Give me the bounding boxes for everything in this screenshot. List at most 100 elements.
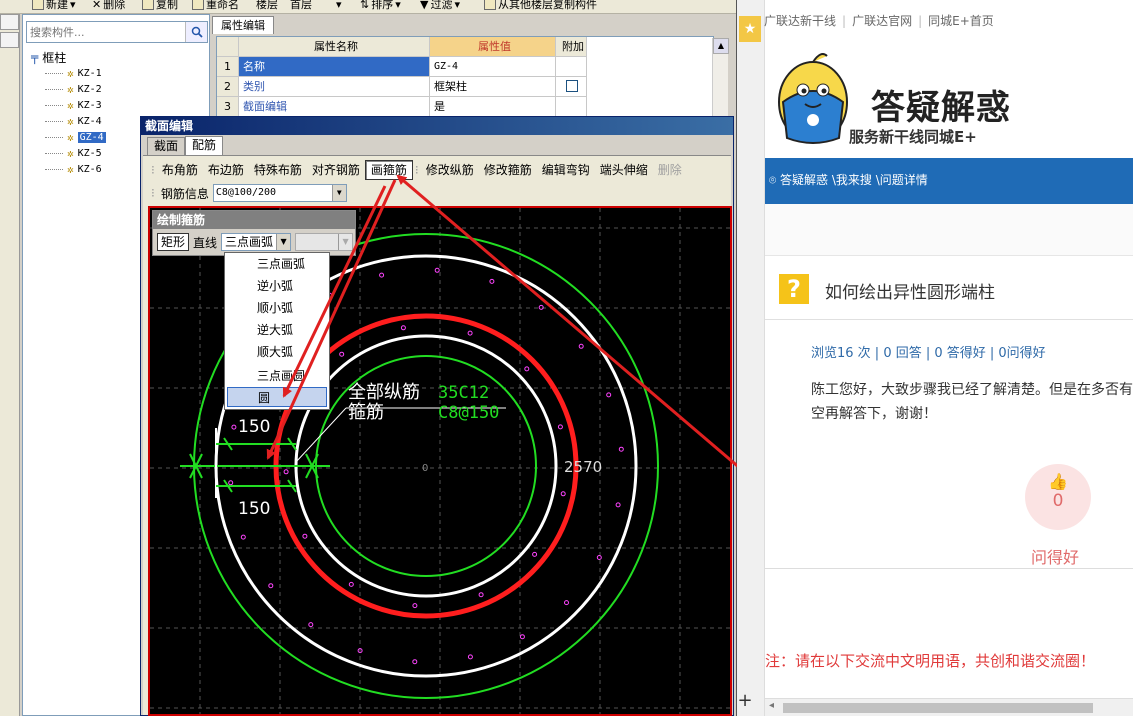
end-stretch-button[interactable]: 端头伸缩 bbox=[595, 161, 653, 179]
rebar-point bbox=[519, 634, 525, 640]
delete-bar-button[interactable]: 删除 bbox=[653, 161, 687, 179]
web-page: ★ + 广联达新干线 | 广联达官网 | 同城E+首页 答疑解惑 服务新干线同城E+ ⌾… bbox=[737, 0, 1133, 716]
filter-button[interactable]: ▼ 过滤 ▾ bbox=[420, 0, 460, 12]
edit-stirrup-button[interactable]: 修改箍筋 bbox=[479, 161, 537, 179]
sort-button[interactable]: ⇅ 排序 ▾ bbox=[360, 0, 401, 12]
corner-bar-button[interactable]: 布角筋 bbox=[157, 161, 203, 179]
arc-mode-select[interactable]: 三点画弧 ▼ bbox=[221, 233, 292, 251]
component-icon: ✲ bbox=[67, 130, 74, 144]
tree-root[interactable]: ⊟ ╤ 框柱 bbox=[31, 49, 106, 65]
special-bar-button[interactable]: 特殊布筋 bbox=[249, 161, 307, 179]
favorite-star-icon[interactable]: ★ bbox=[739, 16, 761, 42]
col-extra-header: 附加 bbox=[556, 37, 587, 57]
chevron-down-icon[interactable]: ▼ bbox=[276, 234, 291, 250]
property-scrollbar[interactable]: ▲ bbox=[712, 38, 729, 124]
chevron-down-icon[interactable]: ▼ bbox=[331, 185, 346, 201]
menu-item-circle[interactable]: 圆 bbox=[227, 387, 327, 407]
dialog-title: 截面编辑 bbox=[141, 117, 733, 135]
sort-icon: ⇅ bbox=[360, 0, 370, 11]
search-input[interactable] bbox=[27, 22, 177, 42]
like-count: 0 bbox=[1052, 491, 1064, 511]
edge-bar-button[interactable]: 布边筋 bbox=[203, 161, 249, 179]
tab-section[interactable]: 截面 bbox=[147, 137, 186, 155]
breadcrumb: ⌾ 答疑解惑 \我来搜 \问题详情 bbox=[765, 158, 1133, 204]
rect-mode-button[interactable]: 矩形 bbox=[157, 233, 190, 251]
align-bar-button[interactable]: 对齐钢筋 bbox=[307, 161, 365, 179]
question-body: 陈工您好，大致步骤我已经了解清楚。但是在多否有空再解答下，谢谢！ bbox=[811, 382, 1133, 422]
rebar-info-select[interactable]: C8@100/200 ▼ bbox=[212, 184, 347, 202]
tree-item-kz-4[interactable]: ✲ KZ-4 bbox=[45, 113, 106, 129]
rename-button[interactable]: 重命名 bbox=[192, 0, 239, 12]
edit-long-bar-button[interactable]: 修改纵筋 bbox=[421, 161, 479, 179]
scroll-up-icon[interactable]: ▲ bbox=[713, 38, 729, 54]
delete-button[interactable]: ✕ 删除 bbox=[92, 0, 125, 12]
rebar-point bbox=[308, 622, 314, 628]
tab-property-edit[interactable]: 属性编辑 bbox=[212, 16, 274, 34]
draw-stirrup-button[interactable]: 画箍筋 bbox=[364, 160, 413, 180]
extra-checkbox[interactable] bbox=[566, 80, 578, 92]
rebar-point bbox=[615, 502, 621, 508]
arc-mode-dropdown: 三点画弧 逆小弧 顺小弧 逆大弧 顺大弧 三点画圆 圆 bbox=[224, 252, 330, 410]
tree-item-kz-2[interactable]: ✲ KZ-2 bbox=[45, 81, 106, 97]
site-logo[interactable]: 答疑解惑 服务新干线同城E+ bbox=[763, 40, 1133, 156]
rebar-point bbox=[596, 555, 602, 560]
rebar-point bbox=[557, 424, 563, 430]
link-official-site[interactable]: 广联达官网 bbox=[852, 14, 912, 28]
filter-icon: ▼ bbox=[420, 0, 429, 11]
dim-bottom-label: 150 bbox=[238, 499, 270, 519]
menu-item-cw-minor-arc[interactable]: 顺小弧 bbox=[227, 298, 327, 318]
secondary-select[interactable]: ▼ bbox=[295, 233, 354, 251]
tree-item-kz-5[interactable]: ✲ KZ-5 bbox=[45, 145, 106, 161]
line-mode-button[interactable]: 直线 bbox=[193, 234, 217, 251]
table-header: 属性名称 属性值 附加 bbox=[217, 37, 587, 57]
add-icon[interactable]: + bbox=[737, 690, 753, 711]
menu-item-ccw-minor-arc[interactable]: 逆小弧 bbox=[227, 276, 327, 296]
rebar-point bbox=[412, 659, 418, 665]
table-row[interactable]: 2 类别 框架柱 bbox=[217, 77, 587, 97]
copy-button[interactable]: 复制 bbox=[142, 0, 178, 12]
table-row[interactable]: 3 截面编辑 是 bbox=[217, 97, 587, 117]
rebar-point bbox=[560, 491, 566, 497]
component-icon: ✲ bbox=[67, 82, 74, 96]
tab-rebar[interactable]: 配筋 bbox=[185, 136, 224, 155]
new-button[interactable]: 新建 ▾ bbox=[32, 0, 76, 12]
tree-item-gz-4[interactable]: ✲ GZ-4 bbox=[45, 129, 106, 145]
menu-item-three-point-arc[interactable]: 三点画弧 bbox=[227, 254, 327, 274]
copy-icon bbox=[142, 0, 154, 10]
floor-select[interactable]: 首层 ▾ bbox=[290, 0, 342, 12]
tree-item-kz-6[interactable]: ✲ KZ-6 bbox=[45, 161, 106, 177]
tree-item-kz-1[interactable]: ✲ KZ-1 bbox=[45, 65, 106, 81]
tree-item-kz-3[interactable]: ✲ KZ-3 bbox=[45, 97, 106, 113]
search-button[interactable] bbox=[185, 22, 207, 42]
edit-hook-button[interactable]: 编辑弯钩 bbox=[537, 161, 595, 179]
rebar-point bbox=[606, 392, 612, 398]
strip-button-1[interactable] bbox=[0, 14, 19, 30]
dialog-tabs: 截面 配筋 bbox=[147, 136, 224, 156]
strip-button-2[interactable] bbox=[0, 32, 19, 48]
chevron-down-icon[interactable]: ▼ bbox=[338, 234, 353, 250]
like-button[interactable]: 👍 0 bbox=[1025, 464, 1091, 530]
rebar-point bbox=[268, 583, 274, 589]
component-tree: ⊟ ╤ 框柱 ✲KZ-1 ✲KZ-2 ✲KZ-3 ✲KZ-4 ✲GZ-4 ✲KZ… bbox=[31, 49, 106, 177]
rebar-point bbox=[302, 533, 308, 539]
scroll-thumb[interactable] bbox=[783, 703, 1093, 713]
link-tongcheng-home[interactable]: 同城E+首页 bbox=[928, 14, 994, 28]
link-xinganxian[interactable]: 广联达新干线 bbox=[764, 14, 836, 28]
browser-side-strip: ★ + bbox=[737, 0, 765, 716]
horizontal-scrollbar[interactable]: ◂ bbox=[765, 698, 1133, 716]
spacer-band bbox=[765, 204, 1133, 256]
rename-icon bbox=[192, 0, 204, 10]
rebar-point bbox=[578, 343, 584, 349]
copy-from-floor-button[interactable]: 从其他楼层复制构件 bbox=[484, 0, 597, 12]
menu-item-ccw-major-arc[interactable]: 逆大弧 bbox=[227, 320, 327, 340]
table-row[interactable]: 1 名称 GZ-4 bbox=[217, 57, 587, 77]
scroll-left-icon[interactable]: ◂ bbox=[769, 700, 774, 711]
rebar-point bbox=[283, 469, 289, 475]
menu-item-cw-major-arc[interactable]: 顺大弧 bbox=[227, 342, 327, 362]
question-stats: 浏览16 次 | 0 回答 | 0 答得好 | 0问得好 bbox=[811, 346, 1046, 361]
dim-right-label: 2570 bbox=[564, 458, 602, 476]
rebar-point bbox=[538, 304, 544, 310]
question-header: ? 如何绘出异性圆形端柱 bbox=[765, 262, 1133, 320]
menu-item-three-point-circle[interactable]: 三点画圆 bbox=[227, 366, 327, 386]
property-table: 属性名称 属性值 附加 1 名称 GZ-4 2 类别 框架柱 3 截面编辑 是 bbox=[216, 36, 714, 126]
